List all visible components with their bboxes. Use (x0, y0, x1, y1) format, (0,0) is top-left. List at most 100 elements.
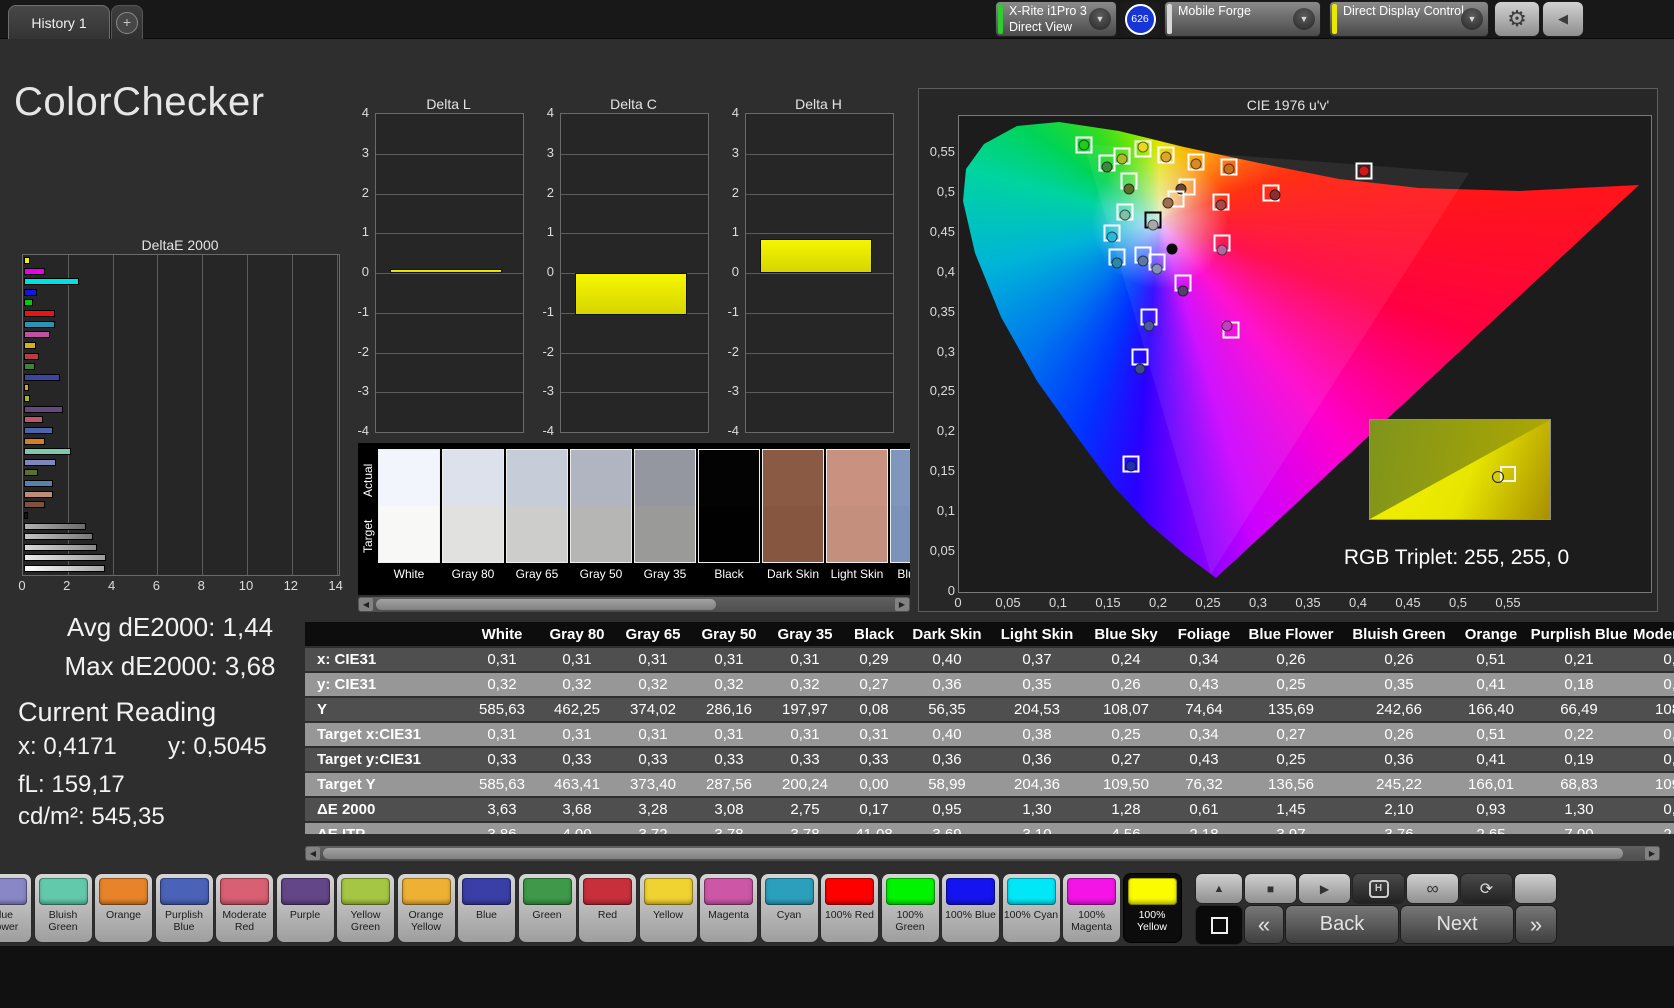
next-button[interactable]: Next (1401, 906, 1513, 943)
table-scrollbar[interactable]: ◀ ▶ (305, 846, 1660, 861)
patch-button-label: Green (532, 909, 562, 921)
cell: 0,46 (1663, 726, 1674, 743)
cie-x-tick: 0,1 (1048, 595, 1068, 610)
patch-button-moderate-red[interactable]: Moderate Red (216, 874, 273, 942)
swatch-gray-50[interactable] (570, 449, 632, 563)
patch-button-100-cyan[interactable]: 100% Cyan (1002, 874, 1060, 942)
cell: 0,32 (714, 676, 744, 693)
add-tab-button[interactable]: + (111, 5, 143, 39)
swatch-gray-35[interactable] (634, 449, 696, 563)
patch-button-green[interactable]: Green (518, 874, 576, 942)
swatch-blue-sky[interactable] (890, 449, 910, 563)
cell: 1,30 (1564, 801, 1594, 818)
dE-bar-blue-sky (24, 480, 53, 488)
patch-button-blue[interactable]: Blue (458, 874, 515, 942)
table-header-row: White Gray 80 Gray 65 Gray 50 Gray 35 Black Da… (305, 622, 1674, 646)
column-header: Moderate Red (1633, 625, 1674, 643)
patch-button-blue-flower[interactable]: Blue Flower (0, 874, 31, 942)
patch-button-purple[interactable]: Purple (276, 874, 334, 942)
next-chevron-button[interactable]: » (1516, 906, 1556, 943)
chevron-down-icon: ▼ (1461, 8, 1483, 30)
swatch-label: White (393, 567, 425, 581)
patch-button-red[interactable]: Red (579, 874, 636, 942)
cie-x-tick: 0,15 (1095, 595, 1121, 610)
patch-button-label: Orange Yellow (408, 909, 444, 933)
cell: 0,27 (1276, 726, 1306, 743)
column-header: Blue Sky (1094, 625, 1158, 643)
scroll-up-button[interactable]: ▲ (1196, 874, 1242, 903)
patch-button-100-magenta[interactable]: 100% Magenta (1063, 874, 1120, 942)
measured-dot-100-yellow (1137, 141, 1149, 153)
collapse-panel-button[interactable]: ◀ (1543, 2, 1583, 36)
cell: 0,31 (1663, 751, 1674, 768)
target-color (443, 506, 503, 562)
swatch-strip-scrollbar[interactable]: ◀ ▶ (358, 597, 910, 612)
play-button[interactable]: ▶ (1299, 874, 1350, 903)
patch-button-100-green[interactable]: 100% Green (881, 874, 939, 942)
source-dropdown[interactable]: Mobile Forge ▼ (1165, 2, 1320, 36)
cell: 204,53 (1014, 701, 1060, 718)
back-chevron-button[interactable]: « (1245, 906, 1283, 943)
swatch-gray-80[interactable] (442, 449, 504, 563)
patch-button-orange[interactable]: Orange (95, 874, 152, 942)
extra-transport-button[interactable] (1515, 874, 1556, 903)
row-label: Y (317, 701, 328, 718)
swatch-light-skin[interactable] (826, 449, 888, 563)
actual-color (891, 450, 910, 506)
tab-history-1[interactable]: History 1 (8, 5, 110, 39)
swatch-gray-65[interactable] (506, 449, 568, 563)
cell: 0,19 (1564, 751, 1594, 768)
gridline (336, 255, 338, 575)
loop-button[interactable]: ∞ (1407, 874, 1458, 903)
measured-dot-red (1269, 189, 1281, 201)
patch-color-chip (280, 878, 330, 905)
display-control-dropdown[interactable]: Direct Display Control ▼ (1330, 2, 1488, 36)
swatch-black[interactable] (698, 449, 760, 563)
dE-bar-gray-80 (24, 554, 107, 562)
patch-button-label: Cyan (776, 909, 802, 921)
cell: 0,85 (1663, 801, 1674, 818)
swatch-dark-skin[interactable] (762, 449, 824, 563)
gridline (112, 255, 114, 575)
cell: 0,41 (1476, 751, 1506, 768)
scroll-left-icon[interactable]: ◀ (306, 847, 320, 860)
cell: 135,69 (1268, 701, 1314, 718)
scroll-left-icon[interactable]: ◀ (359, 598, 373, 611)
swatch-white[interactable] (378, 449, 440, 563)
patch-button-magenta[interactable]: Magenta (700, 874, 757, 942)
scrollbar-thumb[interactable] (376, 599, 716, 610)
fullscreen-patch-button[interactable] (1196, 906, 1242, 944)
patch-button-100-blue[interactable]: 100% Blue (942, 874, 999, 942)
cell: 2,18 (1167, 826, 1241, 834)
x-tick-label: 14 (328, 578, 343, 593)
measured-dot-bluish-green (1119, 209, 1131, 221)
gridline (561, 193, 708, 195)
cell: 1,28 (1111, 801, 1141, 818)
refresh-button[interactable]: ⟳ (1461, 874, 1512, 903)
cie-y-tick: 0,25 (929, 383, 955, 399)
scrollbar-thumb[interactable] (323, 848, 1623, 859)
scroll-right-icon[interactable]: ▶ (1645, 847, 1659, 860)
probe-dropdown[interactable]: X-Rite i1Pro 3 Direct View ▼ (996, 2, 1116, 36)
back-button[interactable]: Back (1286, 906, 1398, 943)
patch-button-purplish-blue[interactable]: Purplish Blue (155, 874, 213, 942)
patch-button-bluish-green[interactable]: Bluish Green (34, 874, 92, 942)
patch-preview-gradient (1370, 420, 1550, 519)
settings-button[interactable]: ⚙ (1495, 2, 1539, 36)
y-tick-label: 3 (546, 144, 554, 160)
dE-bar-red (24, 352, 40, 360)
patch-button-100-yellow[interactable]: 100% Yellow (1123, 874, 1181, 942)
patch-button-cyan[interactable]: Cyan (760, 874, 818, 942)
chevron-down-icon: ▼ (1089, 8, 1111, 30)
stop-button[interactable]: ■ (1245, 874, 1296, 903)
patch-button-yellow-green[interactable]: Yellow Green (337, 874, 394, 942)
gridline (157, 255, 159, 575)
scroll-right-icon[interactable]: ▶ (895, 598, 909, 611)
patch-button-yellow[interactable]: Yellow (639, 874, 697, 942)
cie-chromaticity-plot: RGB Triplet: 255, 255, 0 (958, 115, 1652, 593)
patch-button-100-red[interactable]: 100% Red (821, 874, 878, 942)
patch-button-orange-yellow[interactable]: Orange Yellow (397, 874, 455, 942)
actual-color (827, 450, 887, 506)
dE-bar-cyan (24, 320, 56, 328)
preset-button[interactable]: H (1353, 874, 1404, 903)
